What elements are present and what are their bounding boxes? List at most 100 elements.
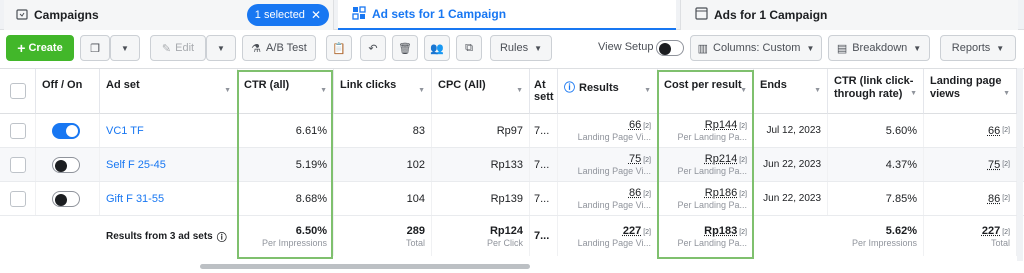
create-button[interactable]: + Create — [6, 35, 74, 61]
duplicate-button[interactable]: ❐ — [80, 35, 110, 61]
cpc-value: Rp97 — [432, 114, 530, 147]
cost-value[interactable]: Rp144 — [705, 119, 737, 131]
link-clicks-value: 83 — [334, 114, 432, 147]
header-lpv[interactable]: Landing page views ▼ — [924, 69, 1017, 114]
edit-button[interactable]: ✎ Edit — [150, 35, 206, 61]
close-icon[interactable]: ✕ — [311, 8, 321, 22]
cost-cell: Rp144 [2] Per Landing Pa... — [658, 114, 754, 147]
header-cost-per-result[interactable]: Cost per result ▼ — [658, 69, 754, 114]
totals-results-value[interactable]: 227 — [623, 225, 641, 237]
row-toggle-cell[interactable] — [36, 182, 100, 215]
audience-button[interactable]: 👥 — [424, 35, 450, 61]
row-checkbox[interactable] — [10, 122, 26, 139]
tab-campaigns[interactable]: Campaigns 1 selected ✕ — [4, 0, 334, 30]
adset-name[interactable]: VC1 TF — [100, 114, 238, 147]
info-icon: ⓘ — [216, 232, 227, 244]
adset-name[interactable]: Gift F 31-55 — [100, 182, 238, 215]
row-checkbox[interactable] — [10, 156, 26, 173]
row-checkbox[interactable] — [10, 190, 26, 207]
adset-toggle[interactable] — [52, 122, 80, 139]
columns-label: Columns: Custom — [713, 42, 801, 54]
ctr-link-value: 7.85% — [828, 182, 924, 215]
row-select[interactable] — [0, 148, 36, 181]
undo-button[interactable]: ↶ — [360, 35, 386, 61]
adset-name[interactable]: Self F 25-45 — [100, 148, 238, 181]
view-setup-toggle[interactable] — [656, 40, 684, 56]
results-value[interactable]: 86 — [629, 187, 641, 199]
adsets-table: Off / On Ad set ▼ CTR (all) ▼ Link clicks ▼… — [0, 68, 1024, 261]
chevron-down-icon: ▼ — [806, 43, 815, 53]
adset-toggle[interactable] — [52, 156, 80, 173]
horizontal-scrollbar[interactable] — [200, 264, 530, 269]
header-select-all[interactable] — [0, 69, 36, 114]
table-row[interactable]: Self F 25-45 5.19% 102 Rp133 7... 75 [2] … — [0, 148, 1024, 182]
header-ctr[interactable]: CTR (all) ▼ — [238, 69, 334, 114]
footnote-icon: [2] — [643, 123, 651, 130]
results-cell: 86 [2] Landing Page Vi... — [558, 182, 658, 215]
clipboard-button[interactable]: 📋 — [326, 35, 352, 61]
header-attribution-label: At sett — [534, 79, 554, 103]
header-attribution[interactable]: At sett — [530, 69, 558, 114]
footnote-icon: [2] — [643, 157, 651, 164]
ctr-value: 8.68% — [238, 182, 334, 215]
totals-cost-value[interactable]: Rp183 — [704, 225, 737, 237]
breakdown-icon: ▤ — [836, 42, 848, 55]
header-ends[interactable]: Ends ▼ — [754, 69, 828, 114]
row-select[interactable] — [0, 182, 36, 215]
rules-button[interactable]: Rules ▼ — [490, 35, 552, 61]
preview-button[interactable]: ⧉ — [456, 35, 482, 61]
select-all-checkbox[interactable] — [10, 83, 26, 99]
ctr-link-value: 4.37% — [828, 148, 924, 181]
totals-cost: Rp183 [2] Per Landing Pa... — [658, 216, 754, 256]
link-clicks-value: 102 — [334, 148, 432, 181]
edit-dropdown-button[interactable]: ▼ — [206, 35, 236, 61]
tab-adsets[interactable]: Ad sets for 1 Campaign — [338, 0, 676, 30]
header-link-clicks[interactable]: Link clicks ▼ — [334, 69, 432, 114]
attribution-value: 7... — [530, 114, 558, 147]
table-row[interactable]: Gift F 31-55 8.68% 104 Rp139 7... 86 [2] … — [0, 182, 1024, 216]
lpv-value[interactable]: 75 — [988, 159, 1000, 171]
totals-cpc-sub: Per Click — [486, 237, 523, 248]
chevron-down-icon: ▼ — [217, 43, 225, 53]
lpv-value[interactable]: 66 — [988, 125, 1000, 137]
header-onoff[interactable]: Off / On — [36, 69, 100, 114]
totals-row: Results from 3 ad sets ⓘ 6.50% Per Impre… — [0, 216, 1024, 256]
delete-button[interactable]: 🗑 — [392, 35, 418, 61]
header-ctr-label: CTR (all) — [244, 79, 290, 91]
view-setup-label: View Setup — [598, 41, 654, 53]
header-adset[interactable]: Ad set ▼ — [100, 69, 238, 114]
ab-test-button[interactable]: ⚗ A/B Test — [242, 35, 316, 61]
row-toggle-cell[interactable] — [36, 114, 100, 147]
totals-results-sub: Landing Page Vi... — [577, 237, 651, 248]
reports-button[interactable]: Reports ▼ — [940, 35, 1016, 61]
row-toggle-cell[interactable] — [36, 148, 100, 181]
cost-value[interactable]: Rp186 — [705, 187, 737, 199]
totals-lpv-value[interactable]: 227 — [982, 225, 1000, 237]
totals-label-cell: Results from 3 ad sets ⓘ — [100, 216, 238, 256]
cpc-value: Rp133 — [432, 148, 530, 181]
header-ctr-link[interactable]: CTR (link click-through rate) ▼ — [828, 69, 924, 114]
results-value[interactable]: 66 — [629, 119, 641, 131]
adset-toggle[interactable] — [52, 190, 80, 207]
header-cpc[interactable]: CPC (All) ▼ — [432, 69, 530, 114]
results-value[interactable]: 75 — [629, 153, 641, 165]
duplicate-dropdown-button[interactable]: ▼ — [110, 35, 140, 61]
results-sub: Landing Page Vi... — [577, 166, 651, 176]
lpv-value[interactable]: 86 — [988, 193, 1000, 205]
vertical-scrollbar[interactable] — [1017, 68, 1023, 261]
chevron-down-icon: ▼ — [996, 43, 1005, 53]
header-results[interactable]: ⓘ Results ▼ — [558, 69, 658, 114]
table-row[interactable]: VC1 TF 6.61% 83 Rp97 7... 66 [2] Landing … — [0, 114, 1024, 148]
totals-lpv-sub: Total — [990, 237, 1010, 248]
tab-ads[interactable]: Ads for 1 Campaign — [680, 0, 1018, 30]
trash-icon: 🗑 — [398, 42, 412, 55]
row-select[interactable] — [0, 114, 36, 147]
results-cell: 75 [2] Landing Page Vi... — [558, 148, 658, 181]
selected-pill[interactable]: 1 selected ✕ — [246, 4, 329, 26]
clipboard-icon: 📋 — [332, 42, 346, 55]
columns-button[interactable]: ▥ Columns: Custom ▼ — [690, 35, 822, 61]
reports-label: Reports — [951, 42, 991, 54]
cost-value[interactable]: Rp214 — [705, 153, 737, 165]
preview-icon: ⧉ — [465, 41, 473, 54]
breakdown-button[interactable]: ▤ Breakdown ▼ — [828, 35, 930, 61]
